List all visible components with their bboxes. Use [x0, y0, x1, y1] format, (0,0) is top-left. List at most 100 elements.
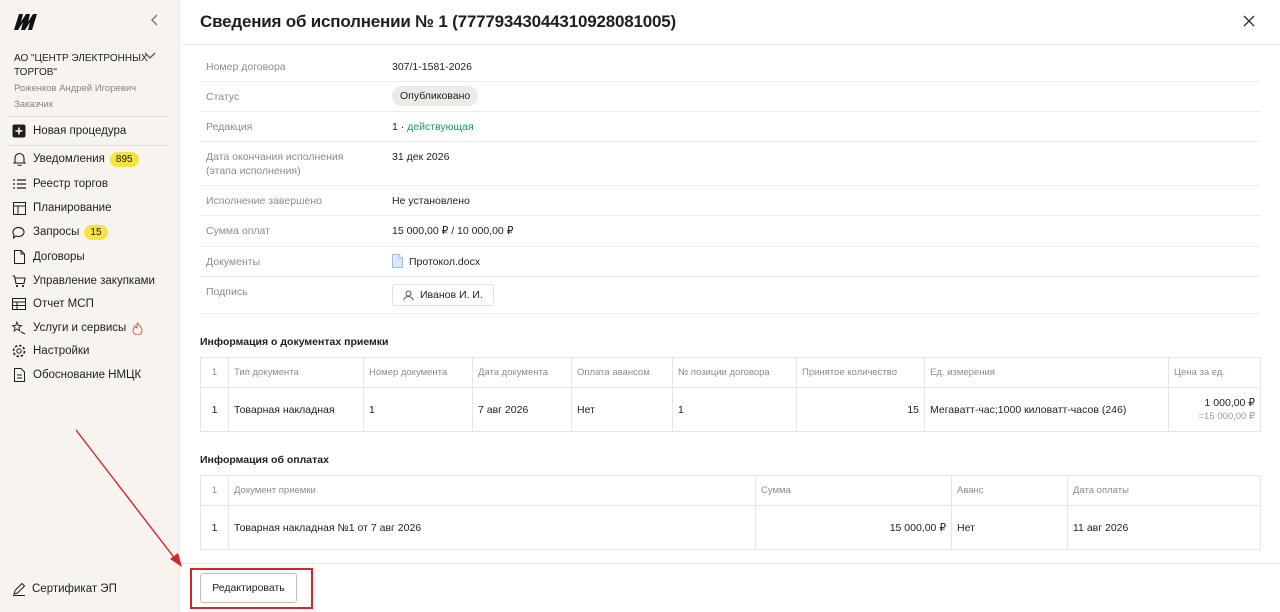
info-row-signature: Подпись Иванов И. И. — [200, 277, 1260, 314]
star-icon — [12, 321, 26, 335]
doc-date-cell: 7 авг 2026 — [472, 387, 572, 432]
divider — [8, 116, 168, 117]
sidebar-item-label: Управление закупками — [33, 275, 155, 287]
column-header: Аванс — [951, 475, 1068, 506]
unit-price: 1 000,00 ₽ — [1204, 397, 1255, 409]
gear-icon — [12, 344, 26, 358]
sidebar-item-services[interactable]: Услуги и сервисы — [12, 318, 151, 338]
sidebar-item-settings[interactable]: Настройки — [12, 341, 89, 361]
row-number: 1 — [200, 505, 229, 550]
total-price: =15 000,00 ₽ — [1198, 411, 1256, 422]
sidebar-item-label: Уведомления — [33, 153, 105, 165]
user-role: Заказчик — [14, 99, 54, 110]
info-label: Статус — [206, 91, 240, 103]
table-header-row: 1 Тип документа Номер документа Дата док… — [200, 357, 1261, 388]
notifications-badge: 895 — [109, 151, 139, 167]
signature-box[interactable]: Иванов И. И. — [392, 284, 494, 306]
column-header: 1 — [200, 475, 229, 506]
amount-cell: 15 000,00 ₽ — [755, 505, 952, 550]
footer-divider — [181, 563, 1280, 564]
advance-cell: Нет — [951, 505, 1068, 550]
info-row-finished: Исполнение завершено Не установлено — [200, 186, 1260, 216]
sidebar-item-contracts[interactable]: Договоры — [12, 247, 85, 267]
collapse-sidebar-icon[interactable] — [150, 14, 164, 30]
status-badge: Опубликовано — [392, 86, 479, 106]
position-cell: 1 — [672, 387, 797, 432]
user-icon — [403, 290, 414, 301]
acceptance-doc-cell: Товарная накладная №1 от 7 авг 2026 — [228, 505, 756, 550]
unit-cell: Мегаватт-час;1000 киловатт-часов (246) — [924, 387, 1169, 432]
edit-button[interactable]: Редактировать — [200, 573, 297, 603]
price-cell: 1 000,00 ₽ =15 000,00 ₽ — [1168, 387, 1261, 432]
table-row: 1 Товарная накладная 1 7 авг 2026 Нет 1 … — [200, 387, 1261, 432]
column-header: 1 — [200, 357, 229, 388]
edition-current-link[interactable]: действующая — [407, 121, 474, 133]
info-label-line: (этапа исполнения) — [206, 165, 301, 177]
sidebar-item-label: Обоснование НМЦК — [33, 369, 142, 381]
column-header: Дата оплаты — [1067, 475, 1261, 506]
info-label: Документы — [206, 256, 261, 268]
pen-icon — [12, 582, 26, 596]
requests-badge: 15 — [84, 224, 108, 240]
divider — [8, 145, 168, 146]
brand-logo[interactable] — [12, 12, 40, 32]
row-number: 1 — [200, 387, 229, 432]
certificate-label: Сертификат ЭП — [32, 583, 117, 595]
column-header: Тип документа — [228, 357, 364, 388]
certificate-link[interactable]: Сертификат ЭП — [12, 580, 117, 598]
sidebar-item-nmck[interactable]: Обоснование НМЦК — [12, 365, 141, 385]
plus-square-icon — [12, 124, 26, 138]
payments-value: 15 000,00 ₽ / 10 000,00 ₽ — [392, 225, 514, 237]
new-procedure-button[interactable]: Новая процедура — [12, 121, 126, 141]
sidebar-item-label: Услуги и сервисы — [33, 322, 127, 334]
close-icon[interactable] — [1242, 14, 1258, 30]
chevron-down-icon[interactable] — [144, 52, 156, 64]
column-header: Документ приемки — [228, 475, 756, 506]
info-label: Сумма оплат — [206, 225, 270, 237]
document-name: Протокол.docx — [409, 256, 481, 268]
column-header: Ед. измерения — [924, 357, 1169, 388]
user-name: Роженков Андрей Игоревич — [14, 83, 137, 94]
document-icon — [12, 250, 26, 264]
sidebar-item-notifications[interactable]: Уведомления 895 — [12, 149, 139, 169]
doc-number-cell: 1 — [363, 387, 473, 432]
info-row-payments: Сумма оплат 15 000,00 ₽ / 10 000,00 ₽ — [200, 216, 1260, 247]
table-icon — [12, 297, 26, 311]
contract-number: 307/1-1581-2026 — [392, 61, 472, 73]
acceptance-table: 1 Тип документа Номер документа Дата док… — [200, 357, 1261, 432]
sidebar-item-label: Планирование — [33, 202, 112, 214]
info-label: Подпись — [206, 286, 248, 298]
signature-name: Иванов И. И. — [420, 289, 483, 301]
calc-document-icon — [12, 368, 26, 382]
column-header: Дата документа — [472, 357, 572, 388]
edition-value: 1 · действующая — [392, 120, 474, 134]
sidebar-item-planning[interactable]: Планирование — [12, 198, 111, 218]
layout-icon — [12, 201, 26, 215]
column-header: № позиции договора — [672, 357, 797, 388]
organization-name[interactable]: АО "ЦЕНТР ЭЛЕКТРОННЫХ ТОРГОВ" — [14, 52, 154, 80]
status-badge-wrap: Опубликовано — [392, 86, 479, 106]
acceptance-section-title: Информация о документах приемки — [200, 336, 389, 348]
list-icon — [12, 177, 26, 191]
info-label: Исполнение завершено — [206, 195, 322, 207]
sidebar-item-procurement[interactable]: Управление закупками — [12, 271, 155, 291]
finished-value: Не установлено — [392, 195, 470, 207]
doc-type-cell: Товарная накладная — [228, 387, 364, 432]
sidebar-item-trade-registry[interactable]: Реестр торгов — [12, 174, 108, 194]
document-link[interactable]: Протокол.docx — [392, 254, 480, 272]
page-title: Сведения об исполнении № 1 (777793430443… — [200, 12, 676, 31]
sidebar-item-requests[interactable]: Запросы 15 — [12, 222, 108, 242]
column-header: Оплата авансом — [571, 357, 673, 388]
quantity-cell: 15 — [796, 387, 925, 432]
chat-icon — [12, 225, 26, 239]
column-header: Цена за ед. — [1168, 357, 1261, 388]
signature-box-wrap: Иванов И. И. — [392, 284, 494, 306]
bell-icon — [12, 152, 26, 166]
sidebar-item-msp-report[interactable]: Отчет МСП — [12, 294, 94, 314]
fire-icon — [130, 321, 144, 335]
column-header: Сумма — [755, 475, 952, 506]
info-label-line: Дата окончания исполнения — [206, 151, 344, 163]
file-icon — [392, 254, 403, 272]
table-row: 1 Товарная накладная №1 от 7 авг 2026 15… — [200, 505, 1261, 550]
sidebar-item-label: Отчет МСП — [33, 298, 94, 310]
